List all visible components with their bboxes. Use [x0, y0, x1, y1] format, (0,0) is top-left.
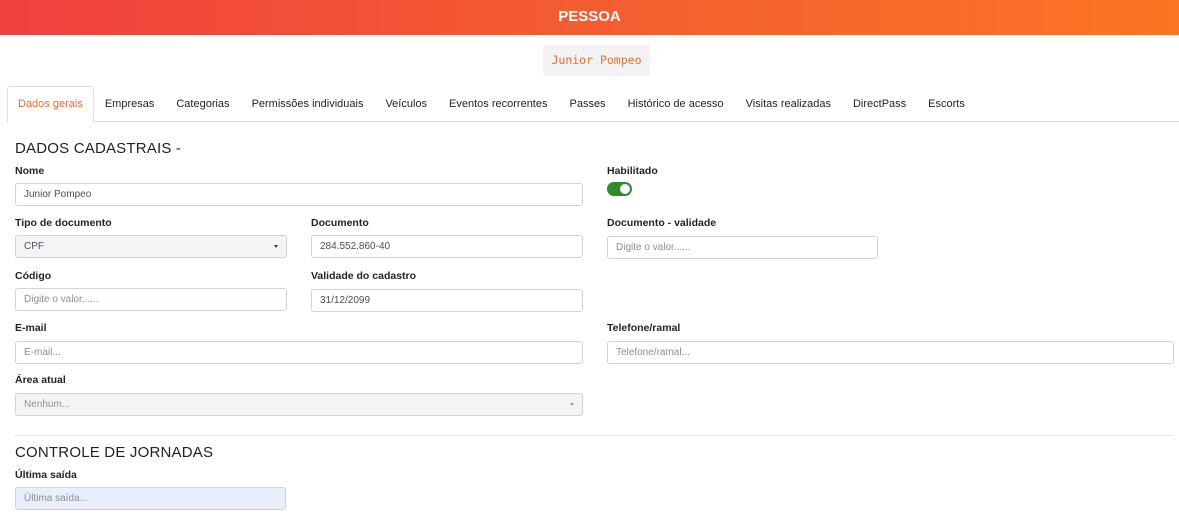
codigo-input[interactable]: Digite o valor......	[15, 288, 287, 311]
controle-jornadas-title: CONTROLE DE JORNADAS	[15, 444, 214, 461]
nome-input[interactable]: Junior Pompeo	[15, 183, 583, 206]
chevron-down-icon	[274, 245, 278, 248]
tipo-documento-select[interactable]: CPF	[15, 235, 287, 258]
ultima-saida-label: Última saída	[15, 469, 77, 481]
habilitado-label: Habilitado	[607, 165, 658, 177]
codigo-label: Código	[15, 270, 52, 282]
area-atual-select[interactable]: Nenhum...	[15, 393, 583, 416]
tab-historico-de-acesso[interactable]: Histórico de acesso	[617, 86, 735, 122]
validade-cadastro-input[interactable]: 31/12/2099	[311, 289, 583, 312]
tab-empresas[interactable]: Empresas	[94, 86, 166, 122]
person-name-chip: Junior Pompeo	[543, 45, 650, 76]
chevron-down-icon	[570, 403, 574, 406]
documento-validade-label: Documento - validade	[607, 217, 717, 229]
area-atual-placeholder: Nenhum...	[24, 399, 71, 410]
tab-permissoes-individuais[interactable]: Permissões individuais	[241, 86, 375, 122]
page-title: PESSOA	[558, 8, 621, 25]
tab-eventos-recorrentes[interactable]: Eventos recorrentes	[438, 86, 558, 122]
tab-categorias[interactable]: Categorias	[165, 86, 240, 122]
tab-bar: Dados gerais Empresas Categorias Permiss…	[7, 86, 1179, 123]
documento-label: Documento	[311, 217, 369, 229]
tipo-documento-value: CPF	[24, 241, 44, 252]
tab-dados-gerais[interactable]: Dados gerais	[7, 86, 94, 123]
page-header: PESSOA	[0, 0, 1179, 35]
telefone-label: Telefone/ramal	[607, 322, 681, 334]
section-divider	[15, 435, 1173, 436]
nome-label: Nome	[15, 165, 45, 177]
email-input[interactable]: E-mail...	[15, 341, 583, 364]
tipo-documento-label: Tipo de documento	[15, 217, 112, 229]
habilitado-toggle[interactable]	[607, 182, 632, 196]
tab-visitas-realizadas[interactable]: Visitas realizadas	[735, 86, 842, 122]
email-label: E-mail	[15, 322, 47, 334]
tab-escorts[interactable]: Escorts	[917, 86, 976, 122]
tab-passes[interactable]: Passes	[558, 86, 616, 122]
dados-cadastrais-title: DADOS CADASTRAIS -	[15, 140, 182, 157]
ultima-saida-input[interactable]: Última saída...	[15, 487, 286, 510]
tab-veiculos[interactable]: Veículos	[374, 86, 438, 122]
toggle-knob	[620, 184, 630, 194]
area-atual-label: Área atual	[15, 374, 66, 386]
documento-input[interactable]: 284.552.860-40	[311, 235, 583, 258]
documento-validade-input[interactable]: Digite o valor......	[607, 236, 878, 259]
tab-directpass[interactable]: DirectPass	[842, 86, 917, 122]
telefone-input[interactable]: Telefone/ramal...	[607, 341, 1174, 364]
validade-cadastro-label: Validade do cadastro	[311, 270, 417, 282]
